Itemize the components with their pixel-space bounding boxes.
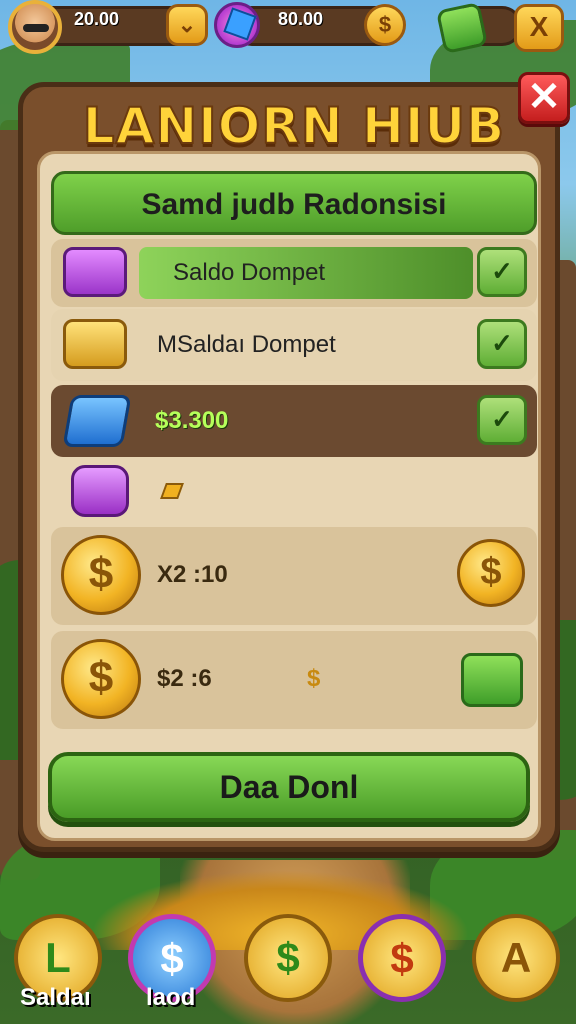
nav-rewards-button[interactable]: A <box>472 914 560 1002</box>
confirm-row-button[interactable]: ✓ <box>477 395 527 445</box>
close-button[interactable]: ✕ <box>518 72 570 124</box>
dialog-title: LANIORN HIUB <box>82 96 506 156</box>
player-avatar[interactable] <box>8 0 62 54</box>
confirm-button-label: Daa Donl <box>219 769 359 805</box>
confirm-button[interactable]: Daa Donl <box>48 752 530 822</box>
row-label: MSaldaı Dompet <box>157 331 336 358</box>
close-icon: ✕ <box>527 75 561 119</box>
purple-coin-icon <box>71 465 129 517</box>
dollar-coin-icon: $ <box>378 12 392 37</box>
gold-cash-stack-icon <box>63 319 127 369</box>
dialog-header-bar: Samd judb Radonsisi <box>51 171 537 235</box>
row-label: Saldo Dompet <box>173 259 326 286</box>
dollar-icon: $ <box>276 934 300 981</box>
check-icon: ✓ <box>491 256 513 286</box>
check-icon: ✓ <box>491 404 513 434</box>
list-item[interactable]: $3.300 ✓ <box>51 385 537 457</box>
list-item[interactable]: MSaldaı Dompet ✓ <box>51 309 537 381</box>
letter-a-icon: A <box>500 934 532 981</box>
nav-coin-button[interactable]: $ <box>244 914 332 1002</box>
gems-value: 80.00 <box>278 9 324 29</box>
list-item[interactable]: $ X2 :10 $ <box>51 527 537 625</box>
wallet-dialog: LANIORN HIUB Samd judb Radonsisi Saldo D… <box>18 82 560 852</box>
list-item[interactable]: $ $2 :6 $ <box>51 631 537 729</box>
dialog-header: Samd judb Radonsisi <box>141 188 447 221</box>
dollar-icon: $ <box>160 935 184 982</box>
green-gem-icon <box>435 1 489 55</box>
dollar-coin-icon[interactable]: $ <box>457 539 525 607</box>
row-amount: $3.300 <box>155 407 229 434</box>
coins-value: 20.00 <box>74 9 120 29</box>
chevron-down-icon: ⌄ <box>177 12 197 37</box>
confirm-row-button[interactable]: ✓ <box>477 319 527 369</box>
nav-shop-button[interactable]: $ <box>358 914 446 1002</box>
small-dollar-icon: $ <box>307 665 321 692</box>
nav-saldo-label: Saldaı <box>20 984 91 1011</box>
x-icon: X <box>529 11 549 42</box>
dollar-coin-button[interactable]: $ <box>364 4 406 46</box>
letter-l-icon: L <box>45 934 71 981</box>
list-item[interactable] <box>51 459 537 529</box>
blue-dollar-gem-icon <box>62 395 132 447</box>
small-gold-arrow-icon <box>160 483 184 499</box>
purple-cash-stack-icon <box>63 247 127 297</box>
dollar-coin-icon: $ <box>61 535 141 615</box>
row-multiplier: X2 :10 <box>157 561 228 588</box>
coin-add-button[interactable]: ⌄ <box>166 4 208 46</box>
green-gem-icon[interactable] <box>461 653 523 707</box>
list-item[interactable]: Saldo Dompet ✓ <box>51 239 537 307</box>
confirm-row-button[interactable]: ✓ <box>477 247 527 297</box>
check-icon: ✓ <box>491 328 513 358</box>
top-resource-bar: 20.00 ⌄ 80.00 $ X <box>0 0 576 58</box>
gem-icon <box>214 2 260 48</box>
dollar-coin-icon: $ <box>61 639 141 719</box>
row-multiplier: $2 :6 <box>157 665 212 692</box>
nav-load-label: laod <box>146 984 196 1011</box>
settings-close-button[interactable]: X <box>514 4 564 52</box>
dollar-icon: $ <box>390 935 414 982</box>
